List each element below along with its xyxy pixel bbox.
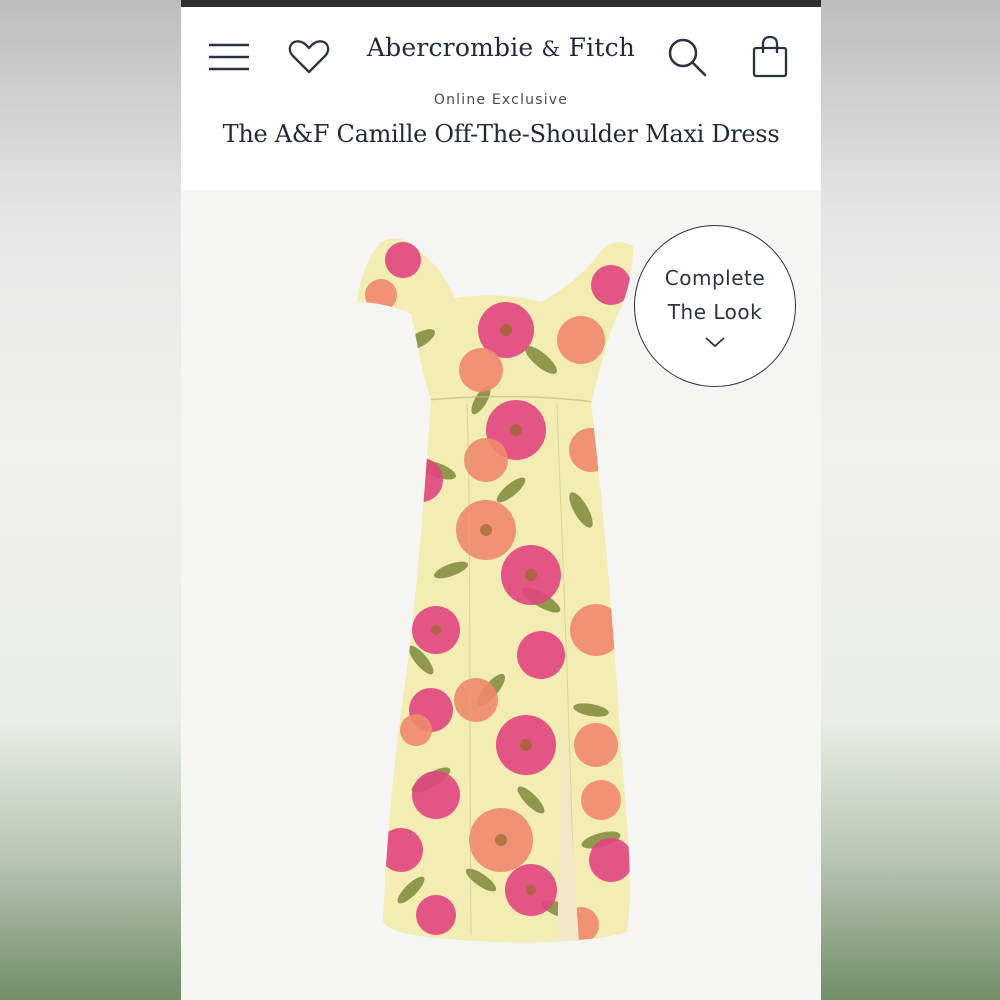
complete-the-look-line1: Complete	[664, 265, 766, 290]
product-title: The A&F Camille Off-The-Shoulder Maxi Dr…	[222, 120, 780, 148]
chevron-down-icon	[704, 333, 726, 352]
brand-logo[interactable]: Abercrombie & Fitch	[341, 33, 661, 62]
shopping-bag-icon[interactable]	[747, 33, 793, 81]
brand-name-2: Fitch	[568, 33, 636, 62]
heart-icon[interactable]	[285, 37, 333, 77]
complete-the-look-button[interactable]: Complete The Look	[634, 225, 796, 387]
search-icon[interactable]	[665, 35, 709, 79]
brand-name: Abercrombie	[366, 33, 534, 62]
status-bar	[181, 0, 821, 7]
menu-icon[interactable]	[205, 37, 253, 77]
complete-the-look-line2: The Look	[667, 299, 763, 324]
brand-ampersand: &	[541, 37, 561, 61]
product-badge: Online Exclusive	[433, 92, 569, 107]
app-screen: Abercrombie & Fitch Online Exclusive The…	[181, 0, 821, 1000]
